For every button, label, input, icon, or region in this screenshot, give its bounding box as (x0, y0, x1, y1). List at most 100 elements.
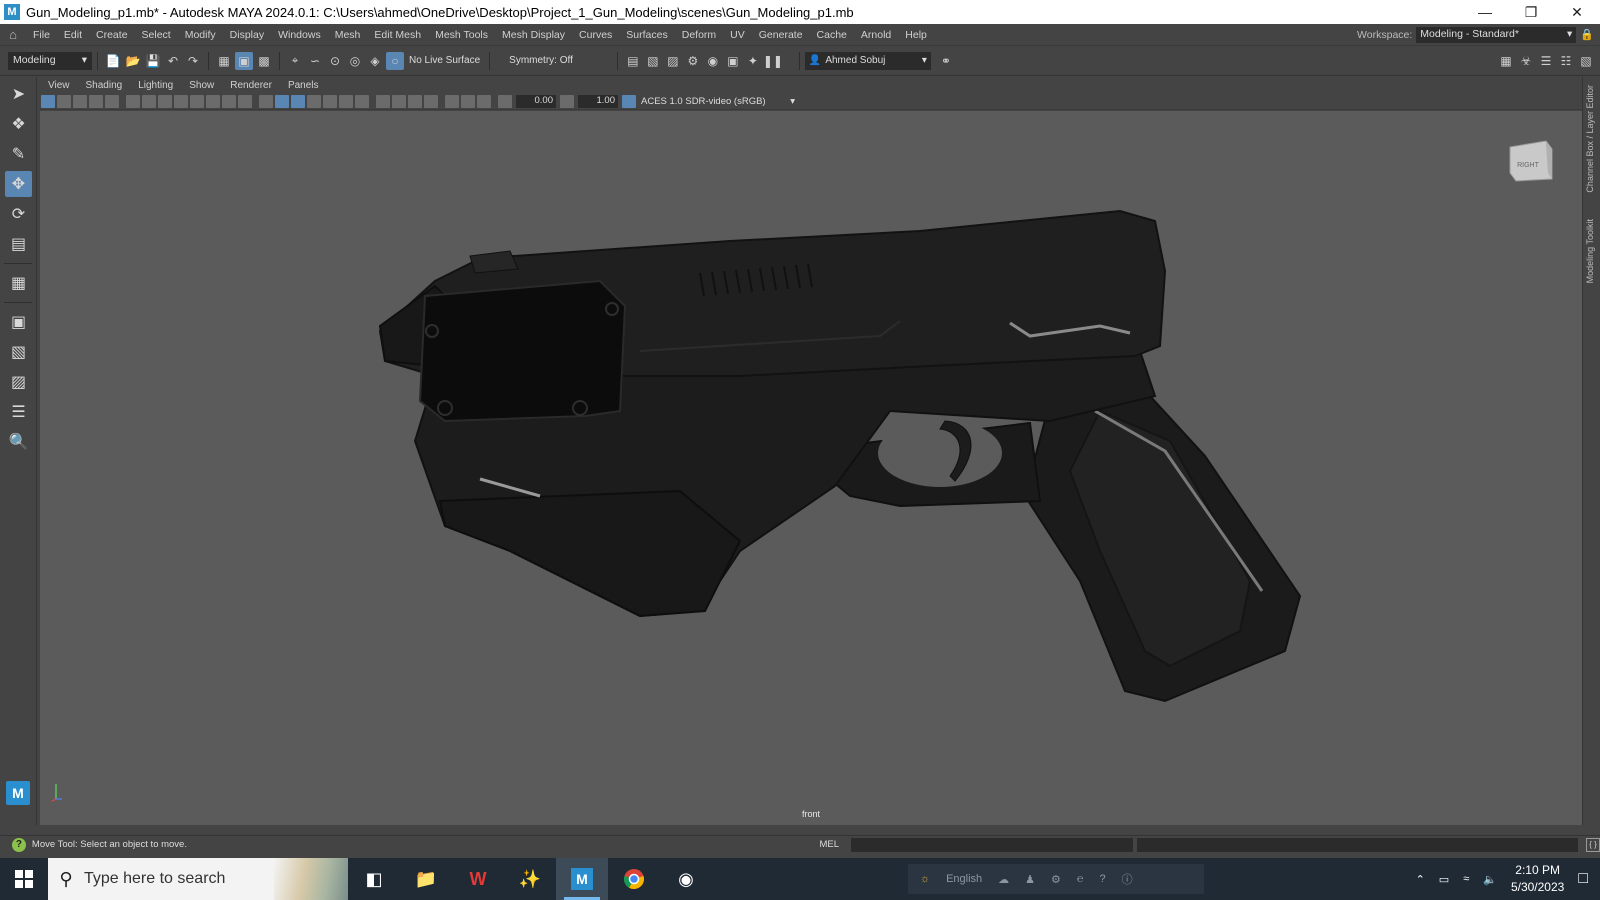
tray-figure-icon[interactable]: ♟ (1025, 873, 1035, 886)
rotate-tool-icon[interactable]: ⟳ (5, 201, 32, 227)
paint-select-tool-icon[interactable]: ✎ (5, 141, 32, 167)
menu-cache[interactable]: Cache (810, 29, 854, 41)
user-account-dropdown[interactable]: 👤 Ahmed Sobuj ▾ (804, 51, 931, 70)
lock-icon[interactable]: 🔒 (1580, 28, 1594, 41)
film-gate-icon[interactable] (158, 94, 172, 108)
panel-menu-lighting[interactable]: Lighting (130, 80, 181, 91)
menu-help[interactable]: Help (898, 29, 934, 41)
menu-modify[interactable]: Modify (178, 29, 223, 41)
xray-active-icon[interactable] (461, 94, 475, 108)
anti-aliasing-icon[interactable] (392, 94, 406, 108)
exposure-icon[interactable] (498, 94, 512, 108)
menu-edit-mesh[interactable]: Edit Mesh (367, 29, 428, 41)
modeling-toolkit-tab[interactable]: Modeling Toolkit (1585, 219, 1595, 283)
character-controls-icon[interactable]: ☣ (1517, 52, 1535, 70)
menu-display[interactable]: Display (223, 29, 271, 41)
snap-surface-icon[interactable]: ◈ (366, 52, 384, 70)
menu-uv[interactable]: UV (723, 29, 752, 41)
ambient-occlusion-icon[interactable] (355, 94, 369, 108)
tray-cloud-icon[interactable]: ☁ (998, 873, 1009, 886)
snap-point-icon[interactable]: ⊙ (326, 52, 344, 70)
close-button[interactable]: ✕ (1554, 0, 1600, 24)
minimize-button[interactable]: — (1462, 0, 1508, 24)
menu-generate[interactable]: Generate (752, 29, 810, 41)
symmetry-dropdown[interactable]: Symmetry: Off (505, 55, 577, 66)
safe-title-icon[interactable] (238, 94, 252, 108)
gamma-icon[interactable] (560, 94, 574, 108)
four-view-layout-icon[interactable]: ▣ (5, 309, 32, 335)
new-scene-icon[interactable]: 📄 (104, 52, 122, 70)
render-view-icon[interactable]: ▤ (624, 52, 642, 70)
ipr-render-icon[interactable]: ▨ (664, 52, 682, 70)
save-scene-icon[interactable]: 💾 (144, 52, 162, 70)
textured-icon[interactable] (307, 94, 321, 108)
snap-curve-icon[interactable]: ∽ (306, 52, 324, 70)
menu-deform[interactable]: Deform (675, 29, 723, 41)
menu-create[interactable]: Create (89, 29, 135, 41)
tray-help-icon[interactable]: ? (1100, 873, 1106, 885)
menu-mesh-display[interactable]: Mesh Display (495, 29, 572, 41)
menu-select[interactable]: Select (135, 29, 178, 41)
view-transform-dropdown[interactable]: ACES 1.0 SDR-video (sRGB) ▾ (637, 94, 795, 108)
make-live-icon[interactable]: ○ (386, 51, 404, 70)
channel-box-tab[interactable]: Channel Box / Layer Editor (1585, 85, 1595, 193)
script-editor-icon[interactable]: { } (1586, 837, 1600, 852)
home-icon[interactable]: ⌂ (0, 27, 26, 42)
smooth-shade-icon[interactable] (275, 94, 289, 108)
tray-info-icon[interactable]: ⓘ (1122, 871, 1133, 887)
snap-grid-icon[interactable]: ⌖ (286, 52, 304, 70)
pause-icon[interactable]: ❚❚ (763, 52, 783, 70)
restore-button[interactable]: ❐ (1508, 0, 1554, 24)
menu-mesh[interactable]: Mesh (328, 29, 368, 41)
live-surface-field[interactable]: No Live Surface (405, 55, 484, 66)
attribute-editor-icon[interactable]: ☰ (1537, 52, 1555, 70)
scale-tool-icon[interactable]: ▤ (5, 231, 32, 257)
menu-surfaces[interactable]: Surfaces (619, 29, 674, 41)
language-indicator[interactable]: English (946, 873, 982, 885)
channel-box-icon[interactable]: ▧ (1577, 52, 1595, 70)
help-icon[interactable]: ? (12, 837, 26, 852)
exposure-field[interactable]: 0.00 (516, 94, 556, 108)
wireframe-on-shaded-icon[interactable] (291, 94, 305, 108)
gamma-field[interactable]: 1.00 (578, 94, 618, 108)
learning-help-icon[interactable]: ⚭ (937, 52, 955, 70)
tray-settings-icon[interactable]: ⚙ (1051, 873, 1061, 886)
render-settings-icon[interactable]: ⚙ (684, 52, 702, 70)
undo-icon[interactable]: ↶ (164, 52, 182, 70)
field-chart-icon[interactable] (206, 94, 220, 108)
command-input[interactable] (851, 837, 1134, 852)
persp-outliner-layout-icon[interactable]: ▧ (5, 339, 32, 365)
open-scene-icon[interactable]: 📂 (124, 52, 142, 70)
tray-app-icon[interactable]: ☼ (920, 873, 930, 885)
panel-menu-shading[interactable]: Shading (78, 80, 131, 91)
viewport-front[interactable]: RIGHT front (40, 111, 1582, 825)
menu-curves[interactable]: Curves (572, 29, 619, 41)
select-camera-icon[interactable] (41, 94, 55, 108)
persp-graph-layout-icon[interactable]: ▨ (5, 369, 32, 395)
select-tool-icon[interactable]: ➤ (5, 81, 32, 107)
grease-pencil-icon[interactable] (126, 94, 140, 108)
single-perspective-layout-icon[interactable]: ▦ (5, 270, 32, 296)
arnold-light-icon[interactable]: ✦ (744, 52, 762, 70)
gate-mask-icon[interactable] (190, 94, 204, 108)
tool-settings-icon[interactable]: ☷ (1557, 52, 1575, 70)
file-explorer-icon[interactable]: 📁 (400, 858, 452, 900)
viewcube[interactable]: RIGHT (1506, 139, 1554, 183)
select-by-object-icon[interactable]: ▣ (235, 51, 253, 70)
search-icon[interactable]: 🔍 (5, 429, 32, 455)
panel-menu-renderer[interactable]: Renderer (222, 80, 280, 91)
redo-icon[interactable]: ↷ (184, 52, 202, 70)
panel-menu-show[interactable]: Show (181, 80, 222, 91)
menu-arnold[interactable]: Arnold (854, 29, 898, 41)
shadows-icon[interactable] (339, 94, 353, 108)
color-management-icon[interactable] (622, 94, 636, 108)
task-view-icon[interactable]: ◧ (348, 858, 400, 900)
xray-joints-icon[interactable] (477, 94, 491, 108)
menu-file[interactable]: File (26, 29, 57, 41)
taskbar-search-box[interactable]: ⚲ Type here to search (48, 858, 348, 900)
notifications-icon[interactable]: □ (1578, 870, 1588, 888)
zbrush-icon[interactable]: ✨ (504, 858, 556, 900)
wifi-icon[interactable]: ≈ (1463, 873, 1469, 885)
command-language-label[interactable]: MEL (820, 839, 852, 850)
wps-office-icon[interactable]: W (452, 858, 504, 900)
